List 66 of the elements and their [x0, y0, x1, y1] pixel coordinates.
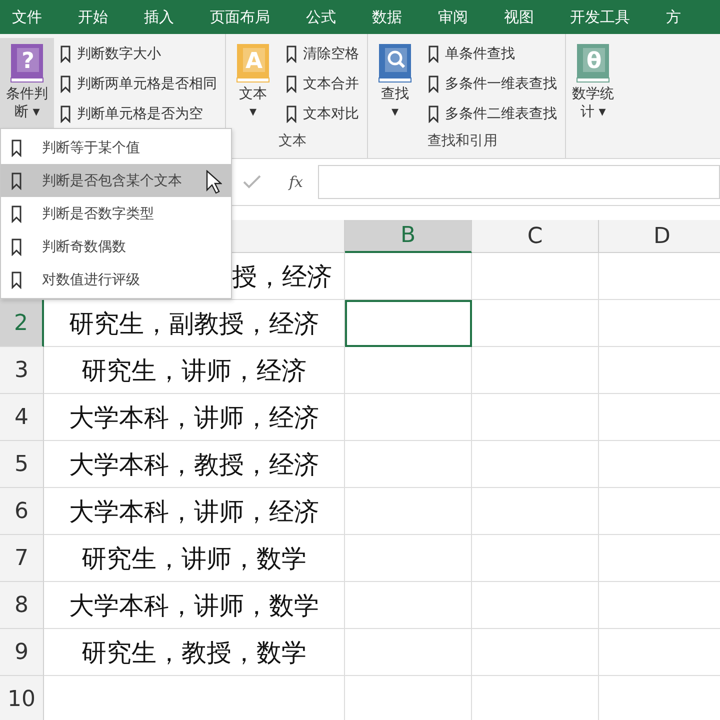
bookmark-icon	[60, 75, 71, 93]
table-cell: 大学本科，讲师，数学	[44, 582, 345, 629]
ribbon-menu-item[interactable]: 单条件查找	[428, 42, 557, 66]
ribbon-menu-item[interactable]: 判断数字大小	[60, 42, 217, 66]
bookmark-icon	[286, 75, 297, 93]
ribbon-tab[interactable]: 数据	[372, 8, 420, 26]
menu-item[interactable]: 判断等于某个值	[1, 131, 231, 164]
insert-function-button[interactable]: fx	[274, 173, 318, 191]
ribbon-tab[interactable]: 方	[666, 8, 699, 26]
ribbon-tab[interactable]: 公式	[306, 8, 354, 26]
table-cell: 研究生，讲师，经济	[44, 347, 345, 394]
ribbon-large-button[interactable]: 查找 ▾	[368, 38, 422, 132]
bookmark-icon	[428, 105, 439, 123]
bookmark-icon	[286, 45, 297, 63]
mouse-pointer-icon	[206, 170, 222, 194]
ribbon-tab[interactable]: 视图	[504, 8, 552, 26]
table-cell: 研究生，教授，数学	[44, 629, 345, 676]
row-header[interactable]: 6	[0, 488, 44, 535]
row-header[interactable]: 4	[0, 394, 44, 441]
bookmark-icon	[11, 238, 22, 256]
ribbon-tab[interactable]: 插入	[144, 8, 192, 26]
bookmark-icon	[11, 172, 22, 190]
group-label: 查找和引用	[426, 132, 498, 150]
group-label: 文本	[278, 132, 308, 150]
bookmark-icon	[11, 204, 22, 222]
column-header[interactable]: C	[472, 220, 599, 253]
table-cell: 大学本科，讲师，经济	[44, 394, 345, 441]
ribbon-menu-item[interactable]: 判断单元格是否为空	[60, 102, 217, 126]
table-cell: 研究生，讲师，数学	[44, 535, 345, 582]
ribbon-menu-item[interactable]: 文本对比	[286, 102, 359, 126]
ribbon-large-button[interactable]: θ 数学统计 ▾	[566, 38, 620, 132]
bookmark-icon	[428, 75, 439, 93]
ribbon-menu-item[interactable]: 多条件二维表查找	[428, 102, 557, 126]
ribbon-tab[interactable]: 文件	[12, 8, 60, 26]
table-cell: 大学本科，教授，经济	[44, 441, 345, 488]
ribbon-menu-item[interactable]: 清除空格	[286, 42, 359, 66]
column-header[interactable]: D	[599, 220, 720, 253]
row-header[interactable]: 9	[0, 629, 44, 676]
row-header[interactable]: 2	[0, 300, 44, 347]
ribbon-tab[interactable]: 页面布局	[210, 8, 288, 26]
menu-item[interactable]: 判断是否数字类型	[1, 197, 231, 230]
ribbon-menu-item[interactable]: 多条件一维表查找	[428, 72, 557, 96]
ribbon-tab[interactable]: 审阅	[438, 8, 486, 26]
ribbon-tab[interactable]: 开发工具	[570, 8, 648, 26]
row-header[interactable]: 3	[0, 347, 44, 394]
row-header[interactable]: 10	[0, 676, 44, 720]
row-header[interactable]: 8	[0, 582, 44, 629]
row-header[interactable]: 5	[0, 441, 44, 488]
formula-input[interactable]	[318, 165, 720, 199]
ribbon-tab[interactable]: 开始	[78, 8, 126, 26]
row-header[interactable]: 7	[0, 535, 44, 582]
column-header[interactable]: B	[345, 220, 472, 253]
bookmark-icon	[11, 138, 22, 156]
bookmark-icon	[286, 105, 297, 123]
table-cell: 大学本科，讲师，经济	[44, 488, 345, 535]
bookmark-icon	[428, 45, 439, 63]
bookmark-icon	[11, 270, 22, 288]
ribbon-large-button[interactable]: A 文本 ▾	[226, 38, 280, 132]
table-cell: 研究生，副教授，经济	[44, 300, 345, 347]
bookmark-icon	[60, 45, 71, 63]
selected-cell[interactable]	[345, 300, 472, 347]
ribbon-menu-item[interactable]: 判断两单元格是否相同	[60, 72, 217, 96]
ribbon-menu-item[interactable]: 文本合并	[286, 72, 359, 96]
menu-item[interactable]: 判断是否包含某个文本	[1, 164, 231, 197]
book-icon	[377, 42, 413, 84]
bookmark-icon	[60, 105, 71, 123]
